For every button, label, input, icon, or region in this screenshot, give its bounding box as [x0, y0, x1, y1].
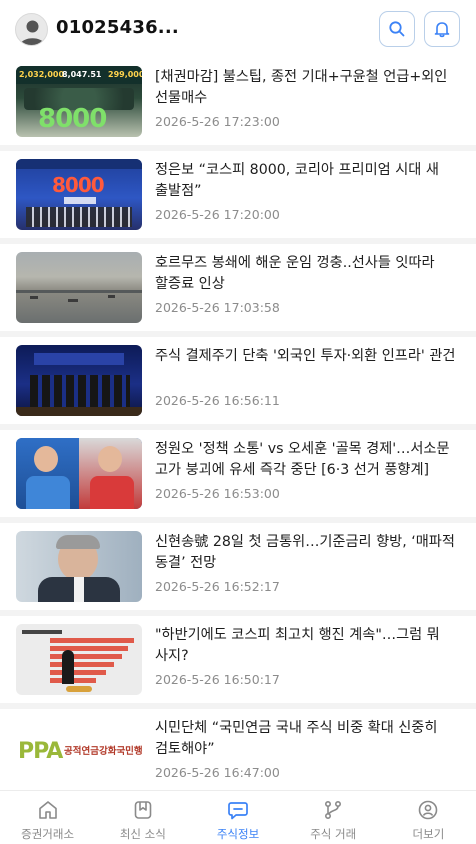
news-thumbnail: [16, 624, 142, 695]
news-item[interactable]: 8000 정은보 “코스피 8000, 코리아 프리미엄 시대 새 출발점” 2…: [0, 151, 476, 244]
news-title: "하반기에도 코스피 최고치 행진 계속"…그럼 뭐 사지?: [155, 627, 440, 664]
news-title: 정은보 “코스피 8000, 코리아 프리미엄 시대 새 출발점”: [155, 162, 439, 199]
news-item[interactable]: 신현송號 28일 첫 금통위…기준금리 향방, ‘매파적 동결’ 전망 2026…: [0, 523, 476, 616]
news-title: 신현송號 28일 첫 금통위…기준금리 향방, ‘매파적 동결’ 전망: [155, 534, 455, 571]
news-thumbnail: [16, 252, 142, 323]
news-date: 2026-5-26 17:20:00: [155, 207, 280, 222]
news-item[interactable]: 정원오 '정책 소통' vs 오세훈 '골목 경제'…서소문 고가 붕괴에 유세…: [0, 430, 476, 523]
branch-icon: [325, 800, 342, 820]
news-thumbnail: [16, 438, 142, 509]
news-thumbnail: PPA 공적연금강화국민행동: [16, 717, 142, 788]
news-thumbnail: [16, 345, 142, 416]
news-item[interactable]: 주식 결제주기 단축 '외국인 투자·외환 인프라' 관건 2026-5-26 …: [0, 337, 476, 430]
thumb-big-number: 8000: [38, 104, 107, 134]
notification-button[interactable]: [424, 11, 460, 47]
news-title: 호르무즈 봉쇄에 해운 운임 껑충..선사들 잇따라 할증료 인상: [155, 255, 435, 292]
thumb-big-number: 8000: [52, 173, 105, 197]
thumb-logo-text: 공적연금강화국민행동: [64, 746, 142, 757]
thumb-number: 2,032,000: [19, 70, 65, 79]
thumb-number: 299,000: [108, 70, 142, 79]
app-header: 01025436...: [0, 0, 476, 58]
news-date: 2026-5-26 16:53:00: [155, 486, 280, 501]
news-date: 2026-5-26 16:52:17: [155, 579, 280, 594]
news-item[interactable]: PPA 공적연금강화국민행동 시민단체 “국민연금 국내 주식 비중 확대 신중…: [0, 709, 476, 802]
news-date: 2026-5-26 16:47:00: [155, 765, 280, 780]
tab-stock-trade[interactable]: 주식 거래: [286, 791, 381, 844]
news-title: 시민단체 “국민연금 국내 주식 비중 확대 신중히 검토해야”: [155, 720, 438, 757]
tab-latest-news[interactable]: 최신 소식: [95, 791, 190, 844]
thumb-logo: PPA: [18, 739, 63, 764]
profile-icon: [419, 800, 438, 820]
tab-label: 주식 거래: [310, 827, 357, 841]
news-item[interactable]: "하반기에도 코스피 최고치 행진 계속"…그럼 뭐 사지? 2026-5-26…: [0, 616, 476, 709]
bottom-tab-bar: 증권거래소 최신 소식 주식정보 주식 거래 더보기: [0, 790, 476, 844]
username: 01025436...: [56, 17, 179, 38]
news-thumbnail: 8000: [16, 159, 142, 230]
tab-exchange[interactable]: 증권거래소: [0, 791, 95, 844]
avatar[interactable]: [15, 13, 48, 46]
news-date: 2026-5-26 16:50:17: [155, 672, 280, 687]
chat-icon: [228, 802, 248, 820]
news-title: 주식 결제주기 단축 '외국인 투자·외환 인프라' 관건: [155, 348, 456, 364]
tab-label: 증권거래소: [21, 827, 75, 841]
tab-label: 주식정보: [216, 827, 260, 841]
bookmark-icon: [134, 801, 152, 819]
news-item[interactable]: 호르무즈 봉쇄에 해운 운임 껑충..선사들 잇따라 할증료 인상 2026-5…: [0, 244, 476, 337]
tab-label: 최신 소식: [119, 827, 166, 841]
news-date: 2026-5-26 16:56:11: [155, 393, 280, 408]
thumb-number: 8,047.51: [62, 70, 102, 79]
tab-more[interactable]: 더보기: [381, 791, 476, 844]
news-title: 정원오 '정책 소통' vs 오세훈 '골목 경제'…서소문 고가 붕괴에 유세…: [155, 441, 450, 478]
tab-stock-info[interactable]: 주식정보: [190, 791, 285, 844]
search-button[interactable]: [379, 11, 415, 47]
news-item[interactable]: 2,032,000 8,047.51 299,000 8000 [채권마감] 불…: [0, 58, 476, 151]
news-title: [채권마감] 불스팁, 종전 기대+구윤철 언급+외인 선물매수: [155, 69, 448, 106]
news-date: 2026-5-26 17:23:00: [155, 114, 280, 129]
tab-label: 더보기: [412, 827, 445, 841]
home-icon: [38, 801, 57, 819]
news-thumbnail: [16, 531, 142, 602]
news-date: 2026-5-26 17:03:58: [155, 300, 280, 315]
bell-icon: [434, 22, 450, 38]
user-icon: [20, 20, 45, 45]
news-list: 2,032,000 8,047.51 299,000 8000 [채권마감] 불…: [0, 58, 476, 802]
news-thumbnail: 2,032,000 8,047.51 299,000 8000: [16, 66, 142, 137]
search-icon: [389, 21, 405, 37]
